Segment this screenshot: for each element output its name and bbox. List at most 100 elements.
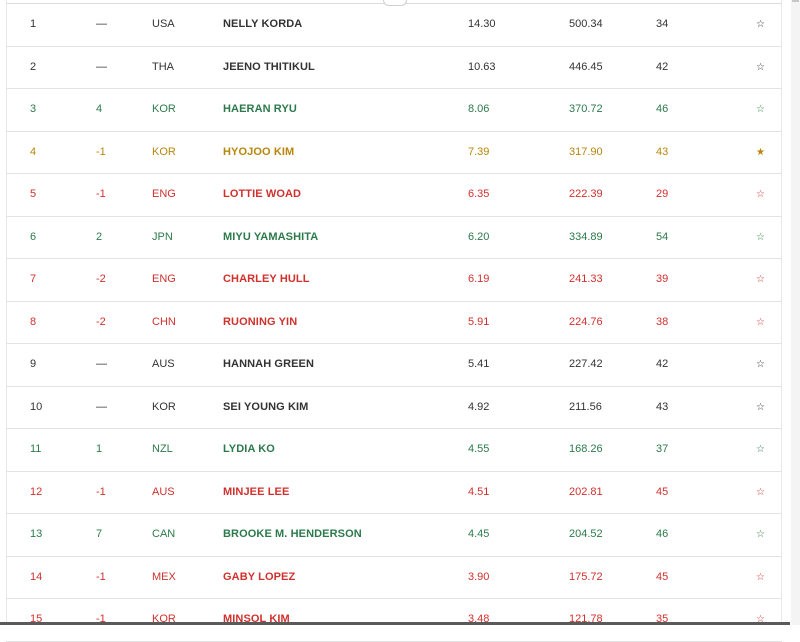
country-cell: CHN [152, 315, 176, 328]
average-points-cell: 8.06 [468, 103, 490, 115]
favorite-star-icon[interactable]: ☆ [756, 514, 765, 556]
favorite-star-icon[interactable]: ☆ [756, 302, 765, 344]
table-row[interactable]: 15 -1 KOR MINSOL KIM 3.48 121.78 35 ☆ [6, 599, 782, 642]
country-cell: KOR [152, 103, 176, 115]
movement-cell: 2 [96, 230, 103, 243]
table-row[interactable]: 10 — KOR SEI YOUNG KIM 4.92 211.56 43 ☆ [6, 387, 782, 429]
average-points-cell: 3.48 [468, 613, 490, 625]
table-row[interactable]: 1 — USA NELLY KORDA 14.30 500.34 34 ☆ [6, 4, 782, 47]
total-points-cell: 202.81 [569, 485, 603, 498]
country-cell: KOR [152, 400, 176, 413]
table-row[interactable]: 5 -1 ENG LOTTIE WOAD 6.35 222.39 29 ☆ [6, 174, 782, 217]
favorite-star-icon[interactable]: ☆ [756, 89, 765, 131]
favorite-star-icon[interactable]: ☆ [756, 557, 765, 599]
rank-cell: 11 [30, 443, 42, 455]
table-row[interactable]: 14 -1 MEX GABY LOPEZ 3.90 175.72 45 ☆ [6, 557, 782, 599]
player-name-link[interactable]: NELLY KORDA [223, 4, 302, 46]
table-row[interactable]: 7 -2 ENG CHARLEY HULL 6.19 241.33 39 ☆ [6, 259, 782, 302]
rank-cell: 7 [30, 273, 37, 285]
rankings-panel: 1 — USA NELLY KORDA 14.30 500.34 34 ☆ 2 … [0, 0, 790, 642]
table-row[interactable]: 2 — THA JEENO THITIKUL 10.63 446.45 42 ☆ [6, 47, 782, 89]
favorite-star-icon[interactable]: ☆ [756, 387, 765, 429]
average-points-cell: 6.35 [468, 188, 490, 200]
player-name-link[interactable]: HANNAH GREEN [223, 344, 314, 386]
events-cell: 35 [656, 613, 669, 625]
average-points-cell: 5.41 [468, 358, 490, 370]
player-name-link[interactable]: JEENO THITIKUL [223, 47, 315, 89]
country-cell: AUS [152, 358, 175, 370]
events-cell: 42 [656, 358, 669, 370]
events-cell: 54 [656, 230, 669, 243]
favorite-star-icon[interactable]: ☆ [756, 174, 765, 216]
favorite-star-icon[interactable]: ☆ [756, 472, 765, 514]
movement-cell: — [96, 60, 107, 73]
player-name-link[interactable]: GABY LOPEZ [223, 557, 295, 599]
total-points-cell: 227.42 [569, 358, 603, 370]
scrollbar-thumb[interactable] [792, 0, 799, 2]
player-name-link[interactable]: HAERAN RYU [223, 89, 297, 131]
favorite-star-icon[interactable]: ★ [756, 132, 765, 174]
events-cell: 37 [656, 443, 669, 455]
average-points-cell: 3.90 [468, 570, 490, 583]
player-name-link[interactable]: CHARLEY HULL [223, 259, 310, 301]
events-cell: 29 [656, 188, 669, 200]
rank-cell: 3 [30, 103, 37, 115]
rank-cell: 6 [30, 230, 37, 243]
movement-cell: — [96, 18, 107, 30]
total-points-cell: 175.72 [569, 570, 603, 583]
average-points-cell: 5.91 [468, 315, 490, 328]
rank-cell: 12 [30, 485, 43, 498]
movement-cell: -1 [96, 613, 106, 625]
movement-cell: -1 [96, 145, 106, 158]
favorite-star-icon[interactable]: ☆ [756, 217, 765, 259]
table-row[interactable]: 11 1 NZL LYDIA KO 4.55 168.26 37 ☆ [6, 429, 782, 472]
country-cell: ENG [152, 273, 176, 285]
events-cell: 46 [656, 103, 669, 115]
average-points-cell: 6.19 [468, 273, 490, 285]
rank-cell: 1 [30, 18, 37, 30]
table-row[interactable]: 12 -1 AUS MINJEE LEE 4.51 202.81 45 ☆ [6, 472, 782, 514]
favorite-star-icon[interactable]: ☆ [756, 599, 765, 641]
favorite-star-icon[interactable]: ☆ [756, 344, 765, 386]
rank-cell: 5 [30, 188, 37, 200]
table-row[interactable]: 4 -1 KOR HYOJOO KIM 7.39 317.90 43 ★ [6, 132, 782, 174]
favorite-star-icon[interactable]: ☆ [756, 429, 765, 471]
player-name-link[interactable]: LYDIA KO [223, 429, 275, 471]
vertical-scrollbar[interactable] [791, 0, 800, 625]
average-points-cell: 4.55 [468, 443, 490, 455]
average-points-cell: 7.39 [468, 145, 490, 158]
events-cell: 39 [656, 273, 669, 285]
table-row[interactable]: 9 — AUS HANNAH GREEN 5.41 227.42 42 ☆ [6, 344, 782, 387]
country-cell: CAN [152, 528, 176, 540]
player-name-link[interactable]: LOTTIE WOAD [223, 174, 301, 216]
average-points-cell: 4.92 [468, 400, 490, 413]
movement-cell: -2 [96, 315, 106, 328]
favorite-star-icon[interactable]: ☆ [756, 4, 765, 46]
country-cell: AUS [152, 485, 175, 498]
player-name-link[interactable]: HYOJOO KIM [223, 132, 294, 174]
average-points-cell: 10.63 [468, 60, 496, 73]
total-points-cell: 204.52 [569, 528, 603, 540]
player-name-link[interactable]: MINSOL KIM [223, 599, 290, 641]
player-name-link[interactable]: MIYU YAMASHITA [223, 217, 318, 259]
rank-cell: 10 [30, 400, 43, 413]
player-name-link[interactable]: BROOKE M. HENDERSON [223, 514, 362, 556]
events-cell: 38 [656, 315, 669, 328]
player-name-link[interactable]: SEI YOUNG KIM [223, 387, 308, 429]
favorite-star-icon[interactable]: ☆ [756, 259, 765, 301]
events-cell: 46 [656, 528, 669, 540]
movement-cell: 7 [96, 528, 103, 540]
table-row[interactable]: 6 2 JPN MIYU YAMASHITA 6.20 334.89 54 ☆ [6, 217, 782, 259]
average-points-cell: 4.45 [468, 528, 490, 540]
player-name-link[interactable]: RUONING YIN [223, 302, 297, 344]
table-row[interactable]: 13 7 CAN BROOKE M. HENDERSON 4.45 204.52… [6, 514, 782, 557]
country-cell: NZL [152, 443, 173, 455]
total-points-cell: 317.90 [569, 145, 603, 158]
player-name-link[interactable]: MINJEE LEE [223, 472, 289, 514]
total-points-cell: 241.33 [569, 273, 603, 285]
favorite-star-icon[interactable]: ☆ [756, 47, 765, 89]
table-row[interactable]: 8 -2 CHN RUONING YIN 5.91 224.76 38 ☆ [6, 302, 782, 344]
movement-cell: -1 [96, 485, 106, 498]
country-cell: MEX [152, 570, 176, 583]
table-row[interactable]: 3 4 KOR HAERAN RYU 8.06 370.72 46 ☆ [6, 89, 782, 132]
